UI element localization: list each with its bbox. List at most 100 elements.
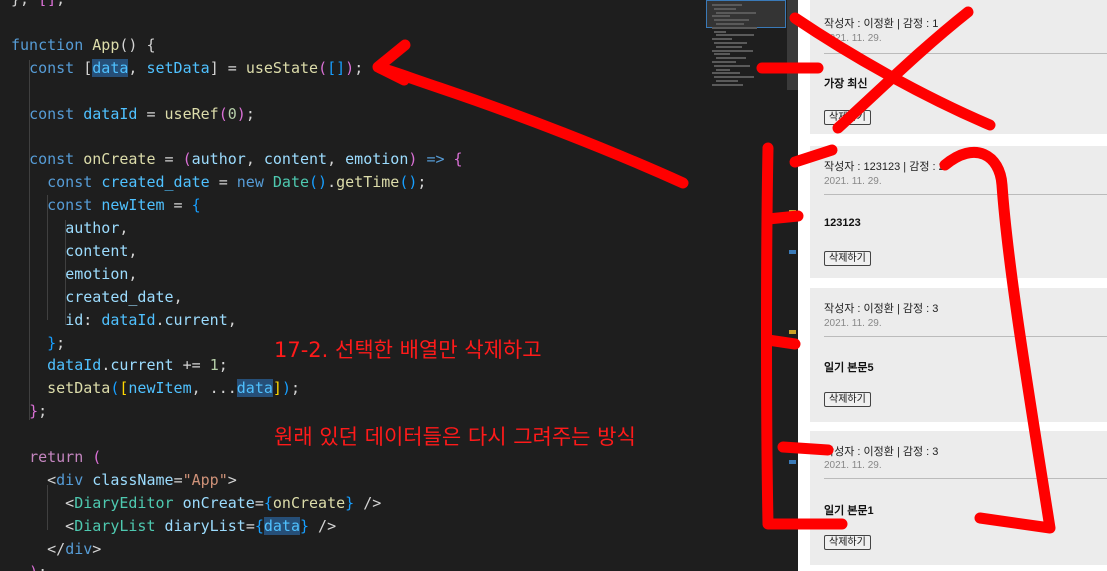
minimap-line bbox=[712, 26, 757, 29]
code-line: }; bbox=[11, 332, 65, 355]
code-token: DiaryEditor bbox=[74, 493, 174, 512]
code-token: const bbox=[29, 104, 75, 123]
code-token: ] bbox=[336, 58, 346, 77]
minimap-line bbox=[714, 76, 754, 79]
code-token: const bbox=[47, 173, 93, 192]
code-token: { bbox=[191, 196, 201, 215]
code-token: const bbox=[29, 150, 75, 169]
code-token: setData bbox=[47, 379, 111, 398]
code-token: new bbox=[236, 173, 264, 192]
annotation-line: 17-2. 선택한 배열만 삭제하고 bbox=[274, 338, 542, 362]
code-token: author bbox=[65, 219, 120, 237]
minimap-line bbox=[712, 49, 753, 52]
code-token: ( bbox=[218, 104, 228, 123]
delete-button[interactable]: 삭제하기 bbox=[824, 110, 871, 125]
code-token: , bbox=[128, 264, 138, 283]
code-token: , bbox=[227, 310, 237, 329]
code-line: }, []; bbox=[11, 0, 65, 11]
diary-item: 작성자 : 123123 | 감정 : 2 2021. 11. 29. 1231… bbox=[810, 146, 1107, 278]
diary-item-meta: 작성자 : 123123 | 감정 : 2 bbox=[824, 161, 945, 173]
code-token: ] = bbox=[209, 58, 246, 77]
code-token: className bbox=[92, 470, 174, 489]
delete-button[interactable]: 삭제하기 bbox=[824, 251, 871, 266]
minimap-line bbox=[712, 83, 743, 86]
code-line: ); bbox=[11, 561, 47, 571]
code-token: /> bbox=[309, 516, 337, 535]
code-line: return ( bbox=[11, 446, 101, 469]
code-token: onCreate bbox=[272, 493, 346, 512]
code-line: id: dataId.current, bbox=[11, 309, 237, 332]
code-token: [ bbox=[74, 58, 93, 77]
code-token: current bbox=[110, 356, 174, 375]
code-token: const bbox=[47, 196, 93, 215]
code-token: onCreate bbox=[83, 150, 156, 169]
code-token: /> bbox=[354, 493, 382, 512]
code-token: content bbox=[263, 150, 328, 169]
indent-guide bbox=[65, 220, 66, 325]
code-token: = bbox=[245, 516, 255, 535]
diary-item-meta: 작성자 : 이정환 | 감정 : 3 bbox=[824, 446, 939, 458]
divider bbox=[824, 478, 1107, 479]
scrollbar-thumb[interactable] bbox=[787, 0, 798, 90]
code-token: , bbox=[173, 287, 183, 306]
code-token: } bbox=[29, 402, 39, 421]
diary-item-date: 2021. 11. 29. bbox=[824, 33, 882, 44]
minimap-line bbox=[714, 19, 749, 22]
code-token: = bbox=[173, 470, 183, 489]
code-token: . bbox=[101, 356, 111, 375]
code-line: <DiaryEditor onCreate={onCreate} /> bbox=[11, 492, 381, 515]
code-token: </ bbox=[11, 539, 66, 558]
code-token: return bbox=[29, 448, 84, 466]
minimap[interactable] bbox=[706, 0, 798, 571]
code-token: emotion bbox=[65, 264, 129, 283]
minimap-line bbox=[716, 45, 742, 48]
divider bbox=[824, 336, 1107, 337]
editor-scrollbar[interactable] bbox=[787, 0, 798, 571]
code-token: ) bbox=[29, 563, 38, 571]
divider bbox=[824, 53, 1107, 54]
code-token: } bbox=[47, 333, 57, 352]
divider bbox=[824, 194, 1107, 195]
diary-item-content: 일기 본문5 bbox=[824, 362, 874, 374]
minimap-line bbox=[714, 42, 747, 44]
minimap-line bbox=[714, 30, 726, 33]
delete-button[interactable]: 삭제하기 bbox=[824, 392, 871, 407]
code-token: = bbox=[164, 196, 192, 215]
code-token: ; bbox=[417, 173, 427, 192]
minimap-line bbox=[714, 7, 736, 10]
minimap-line bbox=[712, 15, 730, 18]
code-token: ) bbox=[236, 104, 246, 123]
code-token: [ bbox=[38, 0, 47, 8]
delete-button[interactable]: 삭제하기 bbox=[824, 535, 871, 550]
code-token: dataId bbox=[101, 310, 156, 329]
code-token: created_date bbox=[65, 287, 174, 306]
code-token: onCreate bbox=[182, 493, 255, 512]
indent-guide bbox=[47, 485, 48, 530]
code-token: , bbox=[245, 150, 264, 169]
code-line: </div> bbox=[11, 538, 101, 561]
minimap-line bbox=[712, 38, 732, 41]
code-line: setData([newItem, ...data]); bbox=[11, 377, 300, 400]
code-token: ; bbox=[38, 402, 48, 421]
diary-item-date: 2021. 11. 29. bbox=[824, 460, 882, 471]
minimap-line bbox=[712, 61, 736, 63]
code-token: setData bbox=[146, 58, 210, 77]
code-token: () bbox=[399, 173, 418, 192]
code-token: < bbox=[11, 516, 75, 535]
code-token: dataId bbox=[83, 104, 138, 123]
code-token: , bbox=[128, 58, 147, 77]
minimap-line bbox=[714, 64, 750, 67]
code-line: const dataId = useRef(0); bbox=[11, 103, 255, 126]
code-token: ( bbox=[318, 58, 328, 77]
minimap-line bbox=[716, 68, 730, 71]
